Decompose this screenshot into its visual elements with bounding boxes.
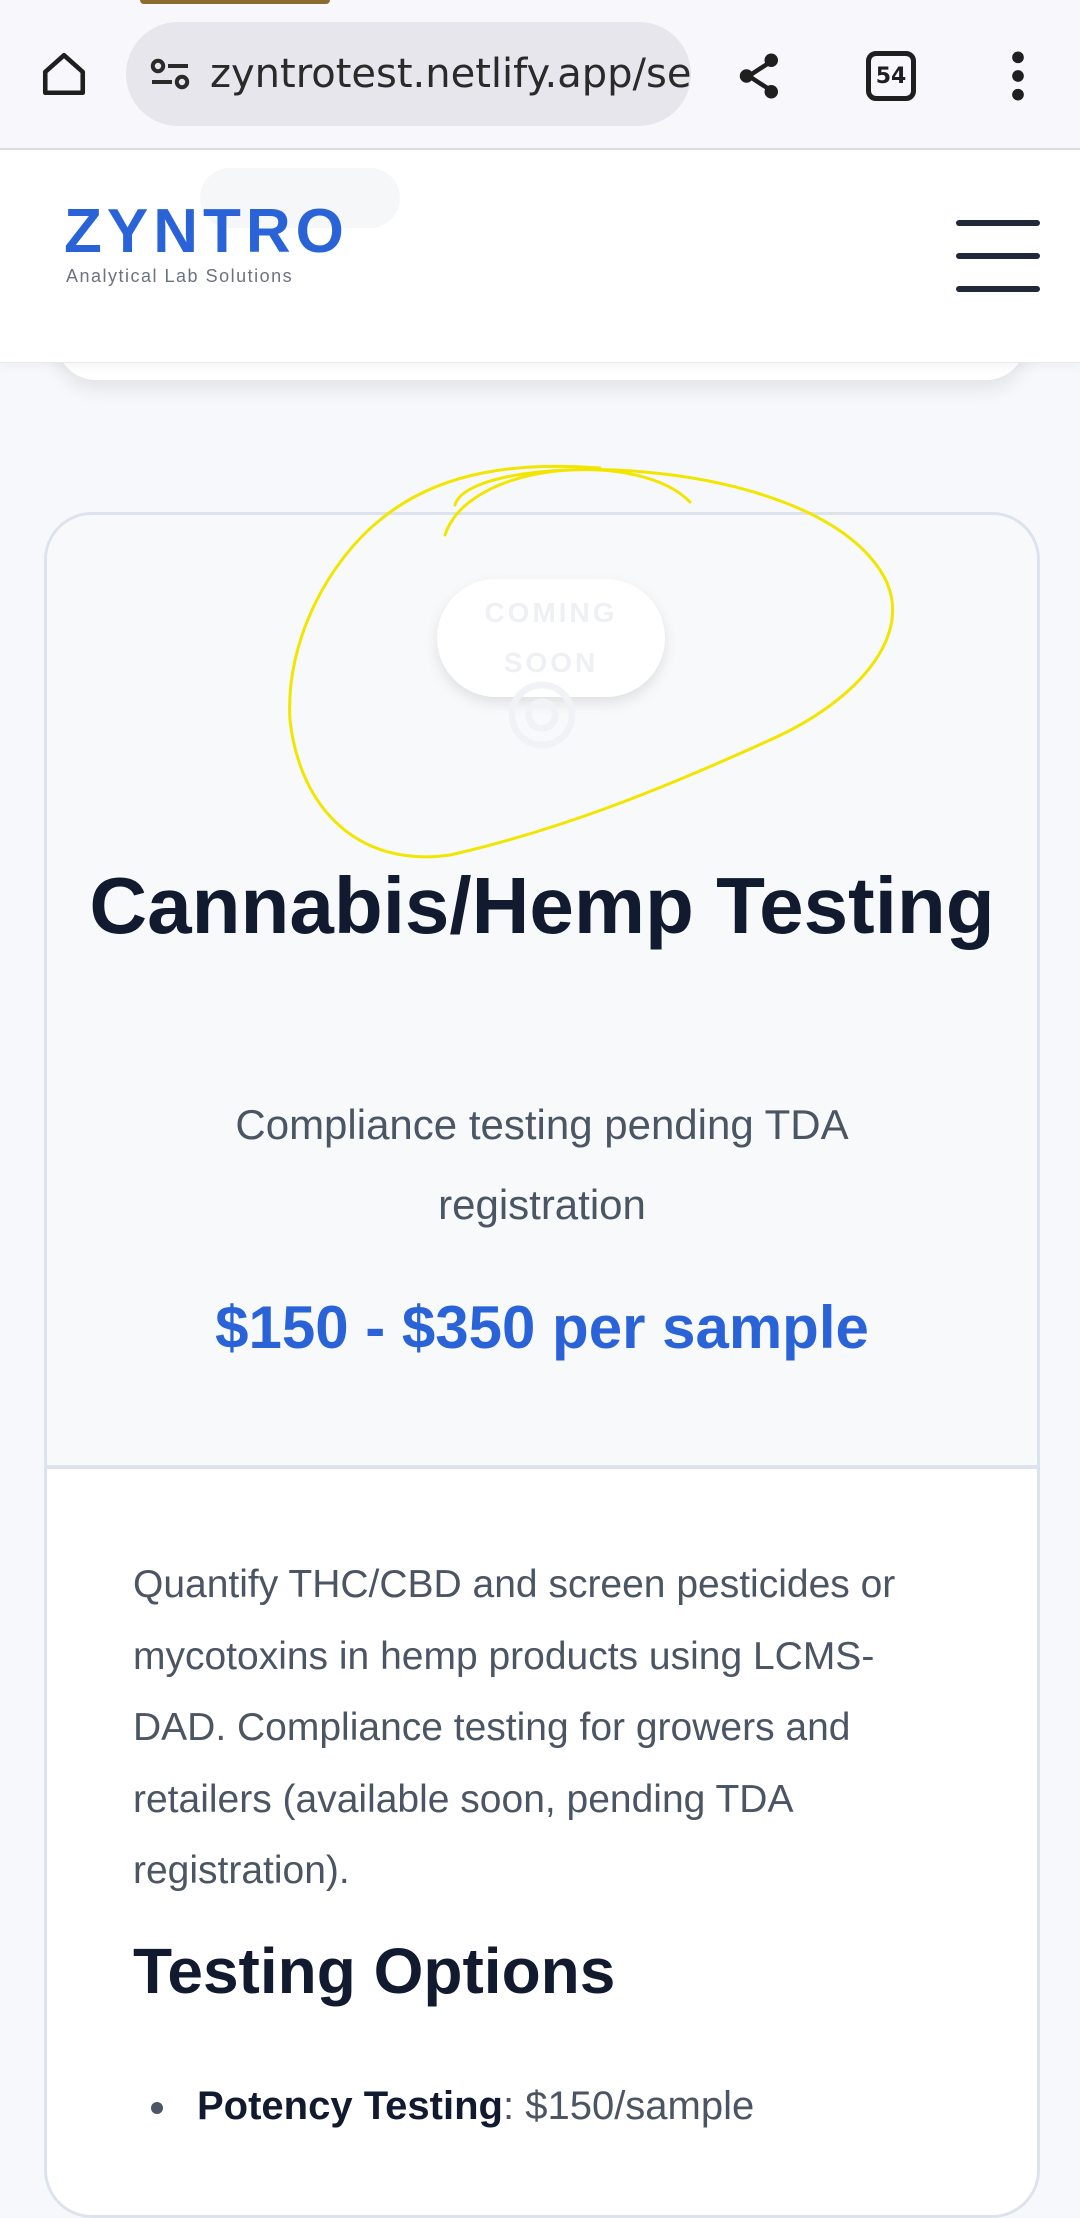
site-header: ZYNTRO Analytical Lab Solutions bbox=[0, 150, 1080, 363]
service-subtitle: Compliance testing pending TDA registrat… bbox=[235, 1101, 849, 1228]
more-vert-icon bbox=[1012, 51, 1024, 101]
address-bar[interactable]: zyntrotest.netlify.app/se bbox=[126, 22, 691, 126]
option-price: : $150/sample bbox=[502, 2084, 755, 2128]
home-icon bbox=[42, 52, 86, 96]
testing-options-heading: Testing Options bbox=[133, 1935, 616, 2007]
browser-toolbar: zyntrotest.netlify.app/se 54 bbox=[0, 0, 1080, 150]
menu-line bbox=[956, 253, 1040, 259]
tab-switcher-button[interactable]: 54 bbox=[855, 40, 927, 112]
logo[interactable]: ZYNTRO bbox=[64, 196, 349, 267]
list-item: Potency Testing: $150/sample bbox=[133, 2084, 754, 2129]
testing-options-list: Potency Testing: $150/sample bbox=[133, 2084, 754, 2129]
service-price: $150 - $350 per sample bbox=[215, 1294, 869, 1361]
menu-line bbox=[956, 220, 1040, 226]
menu-line bbox=[956, 286, 1040, 292]
url-text[interactable]: zyntrotest.netlify.app/se bbox=[210, 51, 691, 97]
service-card: COMING SOON Cannabis/Hemp Testing Compli… bbox=[44, 512, 1040, 2218]
service-description: Quantify THC/CBD and screen pesticides o… bbox=[133, 1563, 896, 1892]
share-icon bbox=[739, 53, 778, 99]
home-button[interactable] bbox=[30, 40, 98, 108]
logo-tagline: Analytical Lab Solutions bbox=[66, 266, 294, 286]
share-button[interactable] bbox=[724, 40, 796, 112]
tab-count: 54 bbox=[866, 51, 916, 101]
browser-menu-button[interactable] bbox=[982, 40, 1054, 112]
service-title: Cannabis/Hemp Testing bbox=[89, 861, 995, 950]
service-icon bbox=[508, 681, 576, 749]
tab-strip-sliver bbox=[140, 0, 330, 4]
site-settings-icon[interactable] bbox=[146, 50, 194, 98]
hamburger-menu-button[interactable] bbox=[956, 220, 1040, 296]
service-card-header: COMING SOON Cannabis/Hemp Testing Compli… bbox=[47, 515, 1037, 1469]
option-name: Potency Testing bbox=[197, 2084, 503, 2128]
